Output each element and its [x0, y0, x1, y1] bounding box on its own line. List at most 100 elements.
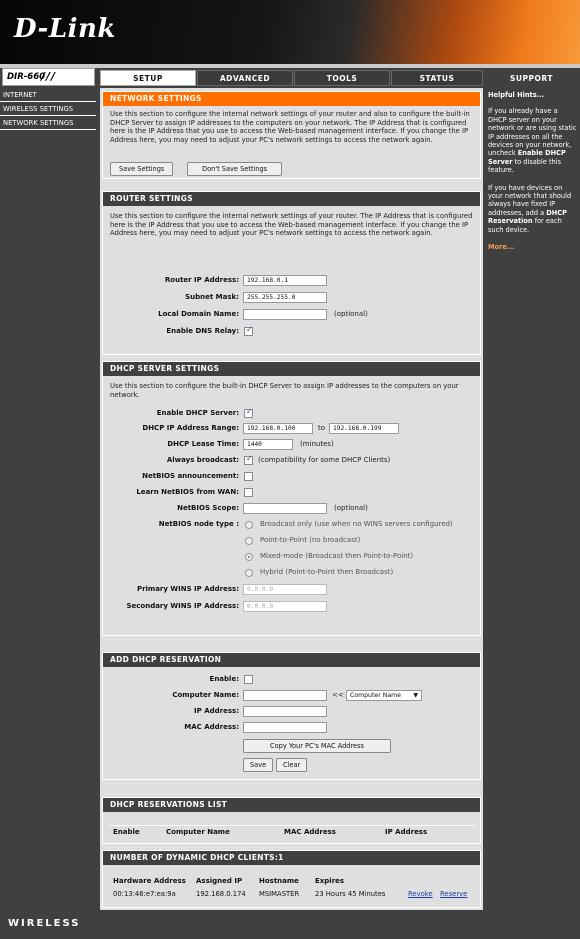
node-mixed-text: Mixed-mode (Broadcast then Point-to-Poin… — [260, 552, 414, 560]
learn-netbios-checkbox[interactable] — [244, 488, 253, 497]
dhcp-clients-section: NUMBER OF DYNAMIC DHCP CLIENTS:1 Hardwar… — [102, 850, 481, 908]
always-broadcast-checkbox[interactable] — [244, 454, 253, 465]
section-title: NETWORK SETTINGS — [103, 92, 480, 106]
model-badge: DIR-660/// — [2, 68, 95, 86]
section-title: NUMBER OF DYNAMIC DHCP CLIENTS:1 — [103, 851, 480, 865]
chevron-down-icon: ▼ — [413, 692, 418, 699]
col-assigned-ip: Assigned IP — [196, 877, 243, 885]
always-broadcast-label: Always broadcast: — [166, 456, 239, 464]
save-settings-button[interactable]: Save Settings — [110, 162, 174, 176]
model-slashes: /// — [41, 70, 57, 83]
computer-name-input[interactable] — [243, 690, 327, 701]
primary-wins-input[interactable]: 0.0.0.0 — [243, 584, 327, 595]
router-ip-input[interactable]: 192.168.0.1 — [243, 275, 327, 286]
node-type-label: NetBIOS node type : — [158, 520, 239, 528]
minutes-note: (minutes) — [300, 440, 334, 448]
section-title: ADD DHCP RESERVATION — [103, 653, 480, 667]
col-hardware-address: Hardware Address — [113, 877, 186, 885]
section-title: DHCP SERVER SETTINGS — [103, 362, 480, 376]
sidebar-item-wireless-settings[interactable]: WIRELESS SETTINGS — [0, 102, 96, 116]
section-description: Use this section to configure the intern… — [110, 110, 470, 144]
reservation-mac-label: MAC Address: — [184, 723, 239, 731]
netbios-announcement-checkbox[interactable] — [244, 472, 253, 481]
section-description: Use this section to configure the built-… — [110, 382, 459, 399]
netbios-scope-input[interactable] — [243, 503, 327, 514]
network-settings-section: NETWORK SETTINGS Use this section to con… — [102, 91, 481, 179]
dlink-logo: D-Link — [14, 14, 116, 44]
reservation-mac-input[interactable] — [243, 722, 327, 733]
sidebar-item-internet[interactable]: INTERNET — [0, 88, 96, 102]
section-title: ROUTER SETTINGS — [103, 192, 480, 206]
node-mixed-radio[interactable] — [245, 553, 253, 561]
header-banner: D-Link — [0, 0, 580, 64]
footer-wireless-text: WIRELESS — [8, 918, 81, 929]
col-ip-address: IP Address — [385, 828, 428, 836]
more-link[interactable]: More... — [488, 243, 577, 251]
col-expires: Expires — [315, 877, 345, 885]
secondary-wins-input[interactable]: 0.0.0.0 — [243, 601, 327, 612]
reservation-save-button[interactable]: Save — [243, 758, 274, 772]
tab-status[interactable]: STATUS — [391, 70, 483, 86]
node-p2p-radio[interactable] — [245, 537, 253, 545]
nav-bar: DIR-660/// SETUP ADVANCED TOOLS STATUS S… — [0, 68, 580, 86]
reservation-enable-label: Enable: — [209, 675, 239, 683]
dont-save-settings-button[interactable]: Don't Save Settings — [187, 162, 283, 176]
netbios-announcement-label: NetBIOS announcement: — [142, 472, 239, 480]
section-description: Use this section to configure the intern… — [110, 212, 473, 238]
node-hybrid-text: Hybrid (Point-to-Point then Broadcast) — [260, 568, 394, 576]
sidebar-item-network-settings[interactable]: NETWORK SETTINGS — [0, 116, 96, 130]
netbios-scope-label: NetBIOS Scope: — [177, 504, 239, 512]
sidebar: INTERNET WIRELESS SETTINGS NETWORK SETTI… — [0, 88, 96, 908]
tab-setup[interactable]: SETUP — [100, 70, 196, 86]
tab-support[interactable]: SUPPORT — [485, 70, 578, 86]
tab-tools[interactable]: TOOLS — [294, 70, 390, 86]
router-ip-label: Router IP Address: — [164, 276, 239, 284]
col-computer-name: Computer Name — [166, 828, 230, 836]
local-domain-input[interactable] — [243, 309, 327, 320]
col-enable: Enable — [113, 828, 140, 836]
optional-note: (optional) — [334, 504, 368, 512]
reserve-link[interactable]: Reserve — [440, 890, 467, 898]
copy-mac-button[interactable]: Copy Your PC's MAC Address — [243, 739, 391, 753]
support-sidebar: Helpful Hints... If you already have a D… — [485, 88, 580, 910]
primary-wins-label: Primary WINS IP Address: — [136, 585, 239, 593]
lease-time-input[interactable]: 1440 — [243, 439, 293, 450]
client-assigned-ip: 192.168.0.174 — [196, 890, 246, 898]
copy-arrows: << — [332, 691, 344, 699]
reservations-list-section: DHCP RESERVATIONS LIST Enable Computer N… — [102, 797, 481, 844]
dns-relay-checkbox[interactable] — [244, 325, 253, 336]
client-hw-address: 00:13:46:e7:ea:9a — [113, 890, 176, 898]
node-broadcast-radio[interactable] — [245, 521, 253, 529]
reservation-ip-label: IP Address: — [194, 707, 239, 715]
col-hostname: Hostname — [259, 877, 299, 885]
router-settings-section: ROUTER SETTINGS Use this section to conf… — [102, 191, 481, 355]
col-mac-address: MAC Address — [284, 828, 336, 836]
subnet-mask-label: Subnet Mask: — [185, 293, 239, 301]
computer-name-label: Computer Name: — [172, 691, 239, 699]
range-to-text: to — [318, 424, 326, 432]
dns-relay-label: Enable DNS Relay: — [166, 327, 239, 335]
reservation-enable-checkbox[interactable] — [244, 675, 253, 684]
optional-note: (optional) — [334, 310, 368, 318]
secondary-wins-label: Secondary WINS IP Address: — [126, 602, 239, 610]
router-admin-page: D-Link DIR-660/// SETUP ADVANCED TOOLS S… — [0, 0, 580, 939]
learn-netbios-label: Learn NetBIOS from WAN: — [136, 488, 239, 496]
reservation-ip-input[interactable] — [243, 706, 327, 717]
clients-table: Hardware Address Assigned IP Hostname Ex… — [110, 875, 475, 903]
computer-name-select[interactable]: Computer Name ▼ — [346, 690, 422, 701]
hint-reservation: If you have devices on your network that… — [488, 183, 572, 234]
tab-advanced[interactable]: ADVANCED — [197, 70, 293, 86]
reservation-clear-button[interactable]: Clear — [276, 758, 308, 772]
footer: WIRELESS — [0, 912, 580, 939]
dhcp-range-label: DHCP IP Address Range: — [142, 424, 239, 432]
client-expires: 23 Hours 45 Minutes — [315, 890, 386, 898]
client-hostname: MSIMASTER — [259, 890, 300, 898]
node-hybrid-radio[interactable] — [245, 569, 253, 577]
dhcp-range-start-input[interactable]: 192.168.0.100 — [243, 423, 313, 434]
enable-dhcp-checkbox[interactable] — [244, 407, 253, 418]
lease-time-label: DHCP Lease Time: — [167, 440, 239, 448]
section-title: DHCP RESERVATIONS LIST — [103, 798, 480, 812]
dhcp-range-end-input[interactable]: 192.168.0.199 — [329, 423, 399, 434]
subnet-mask-input[interactable]: 255.255.255.0 — [243, 292, 327, 303]
revoke-link[interactable]: Revoke — [408, 890, 433, 898]
